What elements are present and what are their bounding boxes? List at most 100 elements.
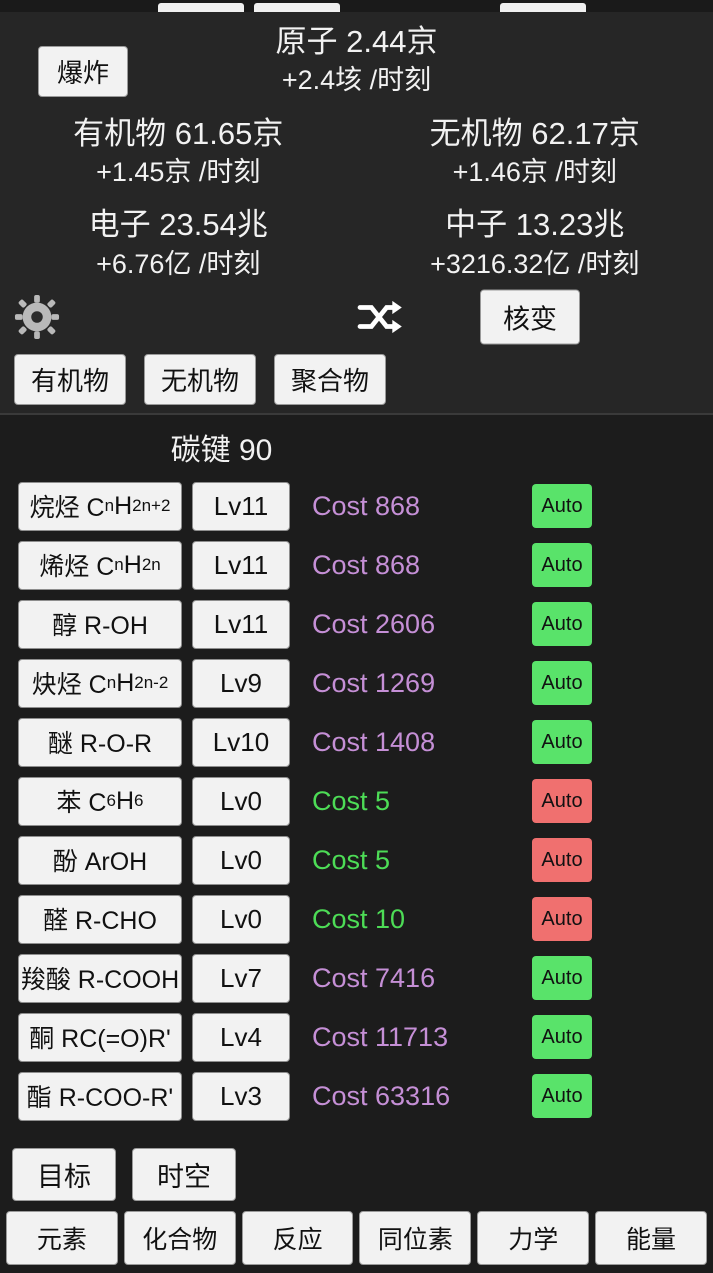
upgrade-name-text: 烷烃 C <box>29 494 105 523</box>
upgrade-name-sub2: 2n-2 <box>134 673 169 693</box>
nav-energy[interactable]: 能量 <box>595 1211 707 1265</box>
category-tabs: 有机物 无机物 聚合物 <box>0 347 713 415</box>
auto-toggle[interactable]: Auto <box>532 484 592 529</box>
tab-polymer[interactable]: 聚合物 <box>274 353 387 405</box>
top-partial-tabs <box>0 0 713 12</box>
nav-isotopes[interactable]: 同位素 <box>359 1211 472 1265</box>
upgrade-name-sub1: n <box>106 673 117 693</box>
upgrade-level[interactable]: Lv7 <box>192 953 290 1003</box>
neutron-value: 中子 13.23兆 <box>445 207 625 243</box>
tab-organic[interactable]: 有机物 <box>14 353 127 405</box>
electron-value: 电子 23.54兆 <box>88 207 268 243</box>
auto-toggle[interactable]: Auto <box>532 838 592 883</box>
electron-stat: 电子 23.54兆 +6.76亿 /时刻 <box>0 204 357 282</box>
upgrade-cost: Cost 10 <box>312 903 406 934</box>
upgrade-name[interactable]: 酮 RC(=O)R' <box>18 1012 182 1062</box>
upgrade-name-sub2: 6 <box>134 791 144 811</box>
action-row: 核变 <box>0 285 713 348</box>
auto-toggle[interactable]: Auto <box>532 720 592 765</box>
upgrade-level[interactable]: Lv0 <box>192 835 290 885</box>
organic-stat: 有机物 61.65京 +1.45京 /时刻 <box>0 113 357 191</box>
inorganic-value: 无机物 62.17京 <box>429 115 640 151</box>
upgrade-level[interactable]: Lv0 <box>192 894 290 944</box>
upgrade-cost: Cost 63316 <box>312 1080 451 1111</box>
table-row: 苯 C6H6 Lv0 Cost 5 Auto <box>0 772 713 831</box>
upgrade-name[interactable]: 醇 R-OH <box>18 599 182 649</box>
auto-toggle[interactable]: Auto <box>532 897 592 942</box>
auto-toggle[interactable]: Auto <box>532 779 592 824</box>
nav-reactions[interactable]: 反应 <box>241 1211 354 1265</box>
upgrade-name[interactable]: 苯 C6H6 <box>18 776 182 826</box>
nav-mechanics[interactable]: 力学 <box>477 1211 590 1265</box>
upgrade-name[interactable]: 醛 R-CHO <box>18 894 182 944</box>
neutron-stat: 中子 13.23兆 +3216.32亿 /时刻 <box>357 204 713 282</box>
spacetime-button[interactable]: 时空 <box>132 1148 236 1201</box>
auto-toggle[interactable]: Auto <box>532 661 592 706</box>
table-row: 醚 R-O-R Lv10 Cost 1408 Auto <box>0 713 713 772</box>
upgrade-name-mid: H <box>114 491 133 520</box>
upgrade-list: 碳键 90 烷烃 Cn H 2n+2 Lv11 Cost 868 Auto 烯烃 C… <box>0 414 713 1140</box>
partial-tab-3[interactable] <box>500 3 586 12</box>
explode-button[interactable]: 爆炸 <box>38 46 129 97</box>
auto-toggle[interactable]: Auto <box>532 543 592 588</box>
upgrade-level[interactable]: Lv9 <box>192 658 290 708</box>
upgrade-level[interactable]: Lv11 <box>192 481 290 531</box>
auto-toggle[interactable]: Auto <box>532 1015 592 1060</box>
upgrade-name-sub1: n <box>114 555 124 575</box>
upgrade-cost: Cost 1269 <box>312 667 436 698</box>
upgrade-name-text: 烯烃 C <box>39 553 115 582</box>
upgrade-name-sub2: 2n+2 <box>132 496 171 516</box>
upgrade-name-text: 酚 ArOH <box>52 848 148 877</box>
upgrade-name[interactable]: 酚 ArOH <box>18 835 182 885</box>
upgrade-cost: Cost 868 <box>312 549 421 580</box>
upgrade-name[interactable]: 羧酸 R-COOH <box>18 953 182 1003</box>
upgrade-name-text: 酯 R-COO-R' <box>26 1084 174 1113</box>
electron-rate: +6.76亿 /时刻 <box>96 248 261 279</box>
auto-toggle[interactable]: Auto <box>532 956 592 1001</box>
upgrade-level[interactable]: Lv11 <box>192 599 290 649</box>
table-row: 酚 ArOH Lv0 Cost 5 Auto <box>0 831 713 890</box>
table-row: 醛 R-CHO Lv0 Cost 10 Auto <box>0 890 713 949</box>
upgrade-cost: Cost 5 <box>312 785 391 816</box>
table-row: 烯烃 Cn H 2n Lv11 Cost 868 Auto <box>0 536 713 595</box>
gear-icon[interactable] <box>14 294 60 340</box>
nav-compounds[interactable]: 化合物 <box>123 1211 236 1265</box>
upgrade-name-mid: H <box>116 668 135 697</box>
upgrade-cost: Cost 1408 <box>312 726 436 757</box>
upgrade-name[interactable]: 酯 R-COO-R' <box>18 1071 182 1121</box>
game-screen: 原子 2.44京 +2.4垓 /时刻 爆炸 有机物 61.65京 +1.45京 … <box>0 0 713 1273</box>
auto-toggle[interactable]: Auto <box>532 602 592 647</box>
upgrade-name-text: 醛 R-CHO <box>43 907 157 936</box>
table-row: 酯 R-COO-R' Lv3 Cost 63316 Auto <box>0 1067 713 1126</box>
upgrade-name-text: 羧酸 R-COOH <box>20 966 180 995</box>
upgrade-name-text: 醚 R-O-R <box>47 730 153 759</box>
upgrade-level[interactable]: Lv4 <box>192 1012 290 1062</box>
partial-tab-2[interactable] <box>254 3 340 12</box>
goals-button[interactable]: 目标 <box>12 1148 116 1201</box>
upgrade-name-mid: H <box>115 786 135 815</box>
nav-elements[interactable]: 元素 <box>6 1211 118 1265</box>
shuffle-icon[interactable] <box>356 298 402 336</box>
upgrade-name[interactable]: 醚 R-O-R <box>18 717 182 767</box>
fusion-button[interactable]: 核变 <box>480 289 580 345</box>
upgrade-name-text: 苯 C <box>56 789 107 818</box>
upgrade-name[interactable]: 烷烃 Cn H 2n+2 <box>18 481 182 531</box>
table-row: 羧酸 R-COOH Lv7 Cost 7416 Auto <box>0 949 713 1008</box>
upgrade-level[interactable]: Lv3 <box>192 1071 290 1121</box>
upgrade-name-sub2: 2n <box>141 555 161 575</box>
upgrade-level[interactable]: Lv0 <box>192 776 290 826</box>
table-row: 醇 R-OH Lv11 Cost 2606 Auto <box>0 595 713 654</box>
upgrade-name[interactable]: 炔烃 Cn H 2n-2 <box>18 658 182 708</box>
upgrade-cost: Cost 5 <box>312 844 391 875</box>
partial-tab-1[interactable] <box>158 3 244 12</box>
table-row: 烷烃 Cn H 2n+2 Lv11 Cost 868 Auto <box>0 477 713 536</box>
upgrade-level[interactable]: Lv10 <box>192 717 290 767</box>
tab-inorganic[interactable]: 无机物 <box>144 353 257 405</box>
electron-neutron-row: 电子 23.54兆 +6.76亿 /时刻 中子 13.23兆 +3216.32亿… <box>0 204 713 282</box>
upgrade-name[interactable]: 烯烃 Cn H 2n <box>18 540 182 590</box>
auto-toggle[interactable]: Auto <box>532 1074 592 1119</box>
upgrade-name-text: 醇 R-OH <box>52 612 148 641</box>
upgrade-cost: Cost 868 <box>312 490 421 521</box>
organic-inorganic-row: 有机物 61.65京 +1.45京 /时刻 无机物 62.17京 +1.46京 … <box>0 113 713 191</box>
upgrade-level[interactable]: Lv11 <box>192 540 290 590</box>
